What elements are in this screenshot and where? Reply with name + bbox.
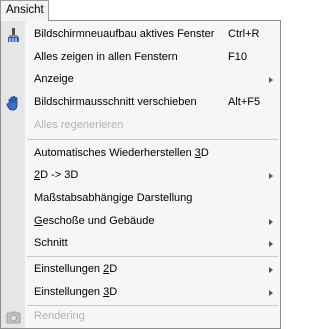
menu-item-2d-to-3d[interactable]: 2D -> 3D: [2, 165, 279, 187]
menu-item-scale-dependent-display[interactable]: Maßstabsabhängige Darstellung: [2, 188, 279, 210]
menu-item-label: Alles zeigen in allen Fenstern: [34, 51, 178, 63]
menu-item-label: Maßstabsabhängige Darstellung: [34, 192, 193, 204]
submenu-arrow-icon: [269, 173, 273, 179]
ansicht-dropdown-menu: Bildschirmneuaufbau aktives Fenster Ctrl…: [0, 20, 281, 329]
submenu-arrow-icon: [269, 267, 273, 273]
menu-item-label: 2D -> 3D: [34, 169, 79, 181]
render-camera-icon: [5, 309, 22, 326]
menu-item-label: Rendering: [34, 310, 85, 322]
menu-item-rendering: Rendering: [2, 306, 279, 328]
menu-item-shortcut: F10: [228, 51, 247, 63]
submenu-arrow-icon: [269, 241, 273, 247]
menu-item-auto-restore-3d[interactable]: Automatisches Wiederherstellen 3D: [2, 143, 279, 165]
menu-item-label: Automatisches Wiederherstellen 3D: [34, 147, 209, 159]
menu-item-anzeige[interactable]: Anzeige: [2, 69, 279, 91]
submenu-arrow-icon: [269, 77, 273, 83]
menu-item-settings-3d[interactable]: Einstellungen 3D: [2, 282, 279, 304]
submenu-arrow-icon: [269, 290, 273, 296]
menu-item-shortcut: Alt+F5: [228, 96, 261, 108]
menu-item-pan-view[interactable]: Bildschirmausschnitt verschieben Alt+F5: [2, 92, 279, 114]
menu-item-floors-buildings[interactable]: Geschoße und Gebäude: [2, 211, 279, 233]
menu-item-label: Einstellungen 2D: [34, 263, 118, 275]
menu-item-regenerate-all: Alles regenerieren: [2, 115, 279, 137]
menu-item-schnitt[interactable]: Schnitt: [2, 233, 279, 255]
menu-item-label: Einstellungen 3D: [34, 286, 118, 298]
menu-item-label: Bildschirmneuaufbau aktives Fenster: [34, 28, 215, 40]
menu-item-shortcut: Ctrl+R: [228, 28, 260, 40]
menu-item-refresh-active-window[interactable]: Bildschirmneuaufbau aktives Fenster Ctrl…: [2, 24, 279, 46]
menu-tab-ansicht[interactable]: Ansicht: [0, 0, 49, 21]
menu-item-show-all-windows[interactable]: Alles zeigen in allen Fenstern F10: [2, 47, 279, 69]
menu-item-label: Anzeige: [34, 73, 74, 85]
submenu-arrow-icon: [269, 219, 273, 225]
menu-item-settings-2d[interactable]: Einstellungen 2D: [2, 259, 279, 281]
menu-separator: [27, 139, 278, 140]
menu-separator: [27, 256, 278, 257]
menu-item-label: Schnitt: [34, 237, 68, 249]
menu-tab-label: Ansicht: [6, 4, 44, 16]
brush-icon: [5, 27, 22, 44]
menu-item-label: Geschoße und Gebäude: [34, 215, 155, 227]
hand-pan-icon: [5, 95, 22, 112]
menu-item-label: Bildschirmausschnitt verschieben: [34, 96, 197, 108]
menu-item-label: Alles regenerieren: [34, 119, 124, 131]
